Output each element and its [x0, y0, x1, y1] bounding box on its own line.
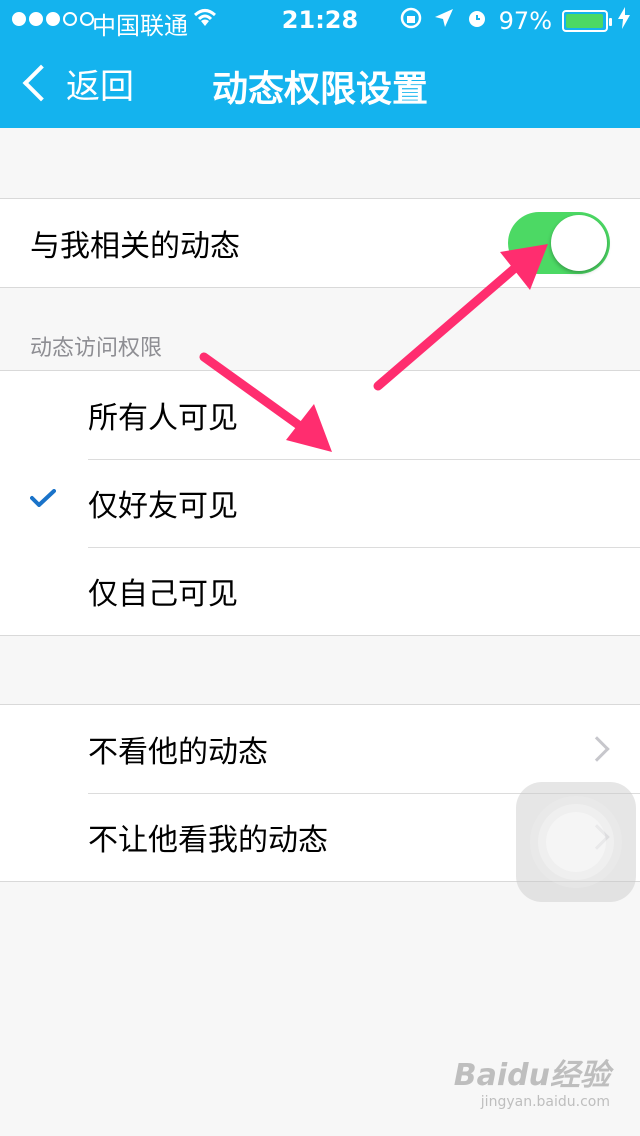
access-option-self[interactable]: 仅自己可见	[0, 547, 640, 635]
top-bar: 中国联通 21:28 97% 返回 动态权限设置	[0, 0, 640, 128]
hide-my-dynamics-label: 不让他看我的动态	[88, 823, 328, 858]
watermark: Baidu经验 jingyan.baidu.com	[454, 1050, 610, 1110]
navigation-bar: 返回 动态权限设置	[0, 40, 640, 128]
related-dynamics-toggle[interactable]	[508, 212, 610, 274]
access-option-label: 仅自己可见	[88, 577, 238, 612]
related-dynamics-group: 与我相关的动态	[0, 198, 640, 288]
watermark-logo: Baidu经验	[453, 1058, 610, 1093]
access-option-label: 仅好友可见	[88, 489, 238, 524]
access-option-friends[interactable]: 仅好友可见	[0, 459, 640, 547]
battery-percentage: 97%	[498, 7, 552, 35]
battery-icon	[562, 10, 612, 32]
related-dynamics-row: 与我相关的动态	[0, 199, 640, 287]
alarm-icon	[465, 6, 489, 36]
rotation-lock-icon	[399, 6, 423, 36]
related-dynamics-label: 与我相关的动态	[30, 229, 240, 264]
access-option-everyone[interactable]: 所有人可见	[0, 371, 640, 459]
toggle-knob	[551, 215, 607, 271]
hide-their-dynamics-label: 不看他的动态	[88, 735, 268, 770]
chevron-right-icon	[584, 736, 610, 762]
watermark-url: jingyan.baidu.com	[480, 1094, 610, 1110]
access-options-group: 所有人可见 仅好友可见 仅自己可见	[0, 370, 640, 636]
page-title: 动态权限设置	[211, 69, 428, 110]
location-icon	[433, 7, 455, 35]
checkmark-icon	[30, 489, 56, 507]
access-section-header: 动态访问权限	[30, 336, 163, 361]
assistive-touch-button[interactable]	[516, 782, 636, 902]
assistive-touch-icon	[546, 812, 606, 872]
access-option-label: 所有人可见	[88, 401, 238, 436]
charging-icon	[618, 7, 630, 35]
hide-their-dynamics-row[interactable]: 不看他的动态	[0, 705, 640, 793]
status-bar: 中国联通 21:28 97%	[0, 0, 640, 40]
